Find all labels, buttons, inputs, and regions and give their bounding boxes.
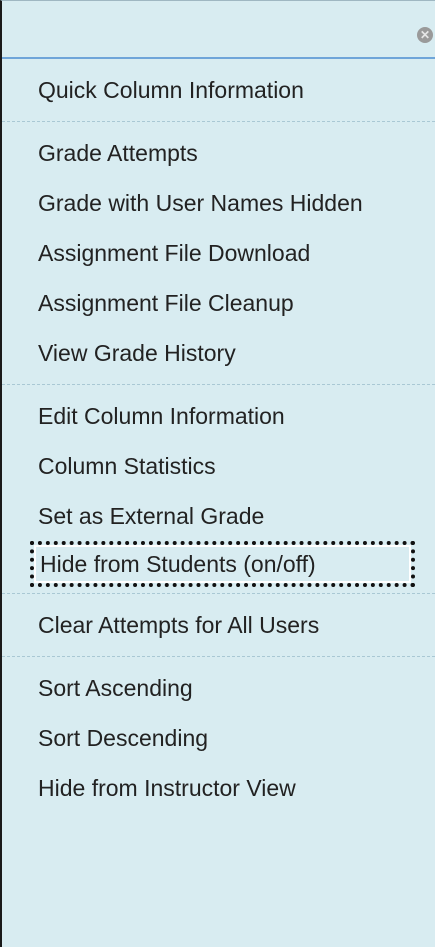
menu-item-set-as-external-grade[interactable]: Set as External Grade xyxy=(32,491,435,541)
menu-item-sort-ascending[interactable]: Sort Ascending xyxy=(32,663,435,713)
menu-item-sort-descending[interactable]: Sort Descending xyxy=(32,713,435,763)
context-menu: ✕ Quick Column Information Grade Attempt… xyxy=(0,0,435,947)
menu-group-column: Edit Column Information Column Statistic… xyxy=(2,385,435,594)
menu-header: ✕ xyxy=(2,1,435,59)
menu-item-quick-column-information[interactable]: Quick Column Information xyxy=(32,65,435,115)
menu-item-edit-column-information[interactable]: Edit Column Information xyxy=(32,391,435,441)
menu-group-clear: Clear Attempts for All Users xyxy=(2,594,435,657)
menu-group-info: Quick Column Information xyxy=(2,59,435,122)
menu-item-grade-attempts[interactable]: Grade Attempts xyxy=(32,128,435,178)
menu-item-column-statistics[interactable]: Column Statistics xyxy=(32,441,435,491)
menu-item-hide-from-instructor-view[interactable]: Hide from Instructor View xyxy=(32,763,435,813)
menu-item-assignment-file-cleanup[interactable]: Assignment File Cleanup xyxy=(32,278,435,328)
menu-item-hide-from-students[interactable]: Hide from Students (on/off) xyxy=(30,541,415,587)
menu-item-clear-attempts-for-all-users[interactable]: Clear Attempts for All Users xyxy=(32,600,435,650)
close-icon[interactable]: ✕ xyxy=(417,27,433,43)
menu-item-view-grade-history[interactable]: View Grade History xyxy=(32,328,435,378)
menu-group-sort: Sort Ascending Sort Descending Hide from… xyxy=(2,657,435,819)
menu-item-assignment-file-download[interactable]: Assignment File Download xyxy=(32,228,435,278)
menu-group-grading: Grade Attempts Grade with User Names Hid… xyxy=(2,122,435,385)
menu-item-grade-with-user-names-hidden[interactable]: Grade with User Names Hidden xyxy=(32,178,435,228)
